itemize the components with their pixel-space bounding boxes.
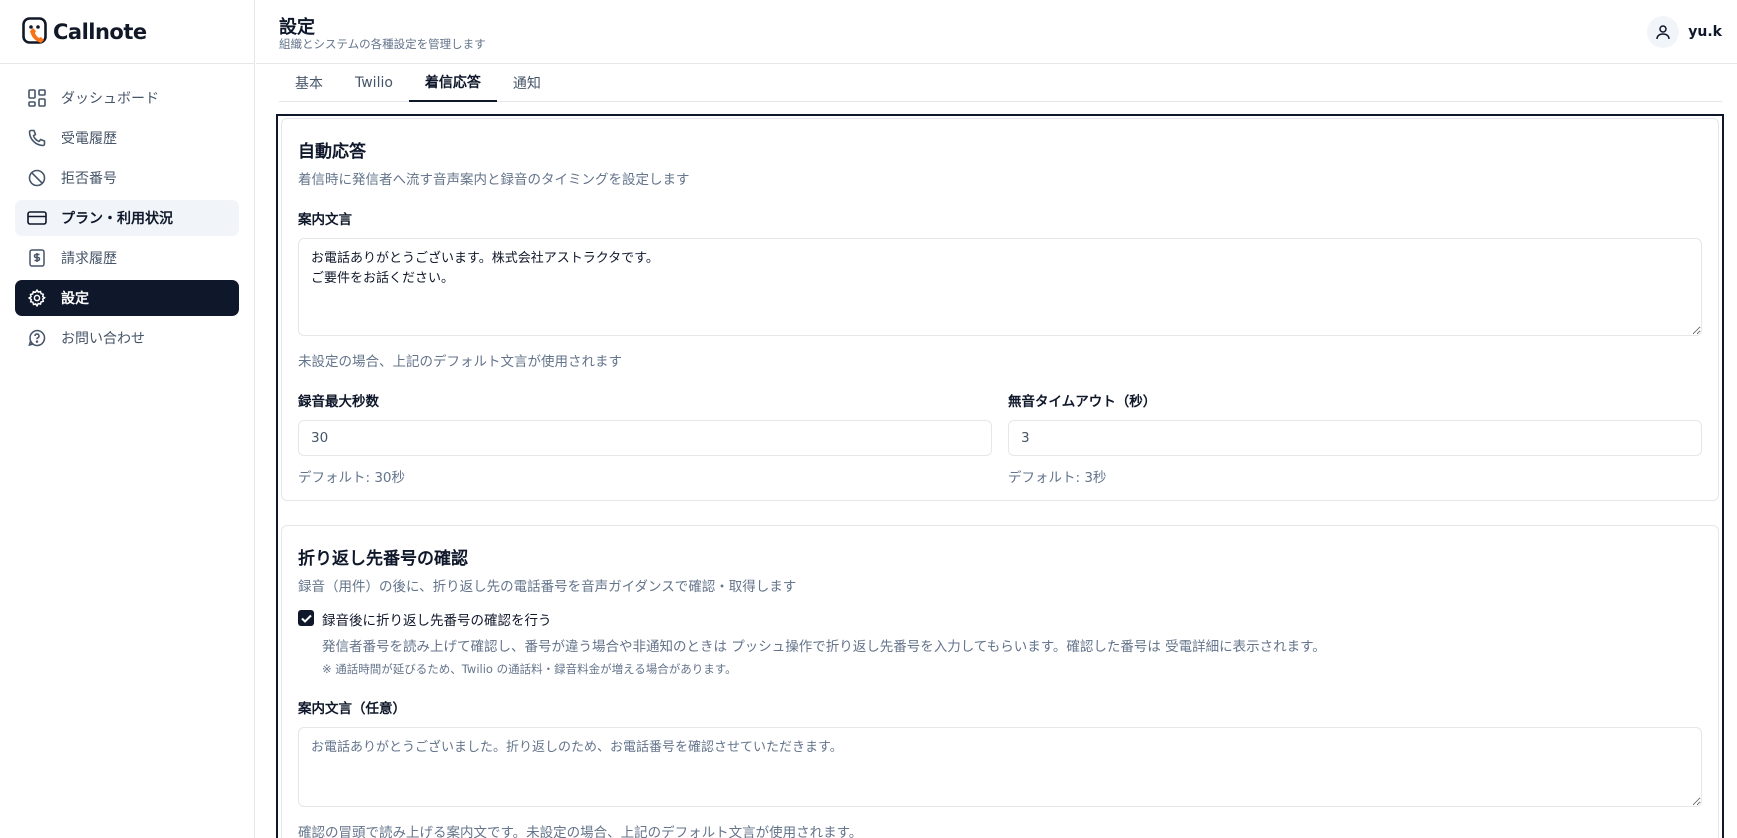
silence-timeout-help: デフォルト: 3秒	[1008, 470, 1107, 486]
sidebar-item-call-history[interactable]: 受電履歴	[15, 120, 239, 156]
sidebar-item-label: 拒否番号	[61, 171, 117, 187]
callback-message-help: 確認の冒頭で読み上げる案内文です。未設定の場合、上記のデフォルト文言が使用されま…	[298, 825, 863, 838]
user-icon	[1647, 16, 1680, 48]
callback-message-label: 案内文言（任意）	[298, 701, 406, 717]
callback-confirm-card: 折り返し先番号の確認 録音（用件）の後に、折り返し先の電話番号を音声ガイダンスで…	[281, 525, 1719, 838]
username: yu.k	[1688, 24, 1722, 40]
sidebar-item-label: ダッシュボード	[61, 91, 159, 107]
settings-tabs: 基本 Twilio 着信応答 通知	[279, 64, 1722, 102]
logo-icon	[22, 16, 47, 44]
sidebar-item-label: 設定	[61, 291, 89, 307]
sidebar: Callnote ダッシュボード 受電履歴 拒否番号 プラン・利用状況 請求履歴…	[0, 0, 255, 838]
auto-answer-message-textarea[interactable]	[298, 238, 1702, 336]
page-header: 設定 組織とシステムの各種設定を管理します yu.k	[256, 0, 1737, 64]
tab-twilio[interactable]: Twilio	[339, 64, 409, 102]
silence-timeout-label: 無音タイムアウト（秒）	[1008, 394, 1157, 410]
silence-timeout-input[interactable]	[1008, 420, 1702, 456]
settings-content: 自動応答 着信時に発信者へ流す音声案内と録音のタイミングを設定します 案内文言 …	[276, 114, 1724, 838]
tab-incoming-response[interactable]: 着信応答	[408, 64, 497, 102]
page-subtitle: 組織とシステムの各種設定を管理します	[279, 37, 486, 51]
sidebar-item-plan-usage[interactable]: プラン・利用状況	[15, 200, 239, 236]
checkbox-note: ※ 通話時間が延びるため、Twilio の通話料・録音料金が増える場合があります…	[322, 662, 737, 676]
help-icon	[27, 328, 47, 348]
tab-basic[interactable]: 基本	[279, 64, 339, 102]
max-record-label: 録音最大秒数	[298, 394, 379, 410]
card-description: 録音（用件）の後に、折り返し先の電話番号を音声ガイダンスで確認・取得します	[298, 579, 797, 595]
sidebar-item-billing-history[interactable]: 請求履歴	[15, 240, 239, 276]
card-description: 着信時に発信者へ流す音声案内と録音のタイミングを設定します	[298, 172, 690, 188]
message-help: 未設定の場合、上記のデフォルト文言が使用されます	[298, 354, 622, 370]
receipt-icon	[27, 248, 47, 268]
sidebar-item-blocked-numbers[interactable]: 拒否番号	[15, 160, 239, 196]
max-record-seconds-input[interactable]	[298, 420, 992, 456]
logo[interactable]: Callnote	[0, 0, 254, 64]
phone-icon	[27, 128, 47, 148]
sidebar-item-label: 受電履歴	[61, 131, 117, 147]
ban-icon	[27, 168, 47, 188]
gear-icon	[27, 288, 47, 308]
sidebar-item-contact[interactable]: お問い合わせ	[15, 320, 239, 356]
check-icon	[300, 614, 312, 623]
card-title: 自動応答	[298, 142, 366, 162]
callback-confirm-checkbox[interactable]	[298, 610, 314, 626]
sidebar-item-label: お問い合わせ	[61, 331, 145, 347]
sidebar-nav: ダッシュボード 受電履歴 拒否番号 プラン・利用状況 請求履歴 設定 お問い合わ…	[0, 64, 254, 376]
user-menu[interactable]: yu.k	[1647, 16, 1722, 48]
sidebar-item-settings[interactable]: 設定	[15, 280, 239, 316]
checkbox-description: 発信者番号を読み上げて確認し、番号が違う場合や非通知のときは プッシュ操作で折り…	[322, 639, 1326, 655]
credit-card-icon	[27, 208, 47, 228]
auto-answer-card: 自動応答 着信時に発信者へ流す音声案内と録音のタイミングを設定します 案内文言 …	[281, 118, 1719, 501]
message-label: 案内文言	[298, 212, 352, 228]
max-record-help: デフォルト: 30秒	[298, 470, 406, 486]
checkbox-label[interactable]: 録音後に折り返し先番号の確認を行う	[322, 609, 1326, 629]
callback-confirm-option: 録音後に折り返し先番号の確認を行う 発信者番号を読み上げて確認し、番号が違う場合…	[298, 609, 1702, 677]
sidebar-item-label: プラン・利用状況	[61, 211, 173, 227]
app-name: Callnote	[53, 19, 147, 44]
tab-notification[interactable]: 通知	[497, 64, 557, 102]
sidebar-item-dashboard[interactable]: ダッシュボード	[15, 80, 239, 116]
callback-message-textarea[interactable]	[298, 727, 1702, 807]
dashboard-icon	[27, 88, 47, 108]
card-title: 折り返し先番号の確認	[298, 549, 468, 569]
sidebar-item-label: 請求履歴	[61, 251, 117, 267]
